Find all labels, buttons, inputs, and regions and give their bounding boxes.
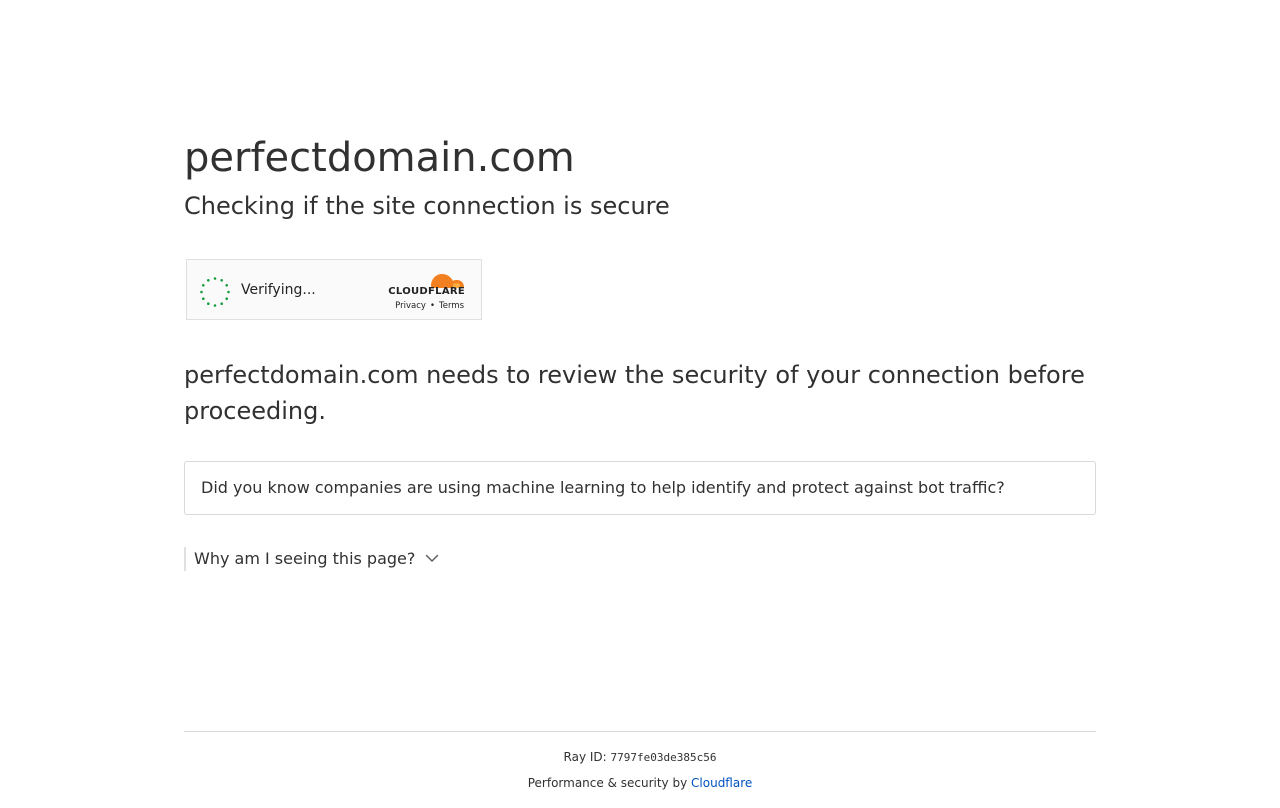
footer: Ray ID: 7797fe03de385c56 Performance & s… <box>184 749 1096 791</box>
performance-label: Performance & security by <box>527 776 688 790</box>
tip-box: Did you know companies are using machine… <box>184 461 1096 515</box>
spinner-icon <box>200 277 230 307</box>
widget-links: Privacy • Terms <box>395 300 464 312</box>
verifying-status-text: Verifying... <box>241 282 316 298</box>
tip-text: Did you know companies are using machine… <box>201 478 1005 497</box>
cloudflare-link[interactable]: Cloudflare <box>691 776 752 790</box>
page-subtitle: Checking if the site connection is secur… <box>184 192 670 220</box>
why-seeing-page-label: Why am I seeing this page? <box>194 549 416 568</box>
ray-id-value: 7797fe03de385c56 <box>610 751 717 764</box>
performance-row: Performance & security by Cloudflare <box>184 775 1096 791</box>
lead-text: perfectdomain.com needs to review the se… <box>184 361 1085 425</box>
terms-link[interactable]: Terms <box>439 300 464 312</box>
privacy-link[interactable]: Privacy <box>395 300 426 312</box>
link-separator: • <box>429 301 435 311</box>
cloudflare-wordmark: CLOUDFLARE <box>388 286 465 297</box>
ray-id-row: Ray ID: 7797fe03de385c56 <box>184 749 1096 765</box>
why-seeing-page-toggle[interactable]: Why am I seeing this page? <box>184 547 439 571</box>
page-title: perfectdomain.com <box>184 135 575 181</box>
ray-id-label: Ray ID: <box>563 750 607 764</box>
footer-divider <box>184 731 1096 732</box>
chevron-down-icon <box>426 554 439 562</box>
turnstile-widget[interactable]: Verifying... CLOUDFLARE Privacy • Terms <box>186 259 482 320</box>
